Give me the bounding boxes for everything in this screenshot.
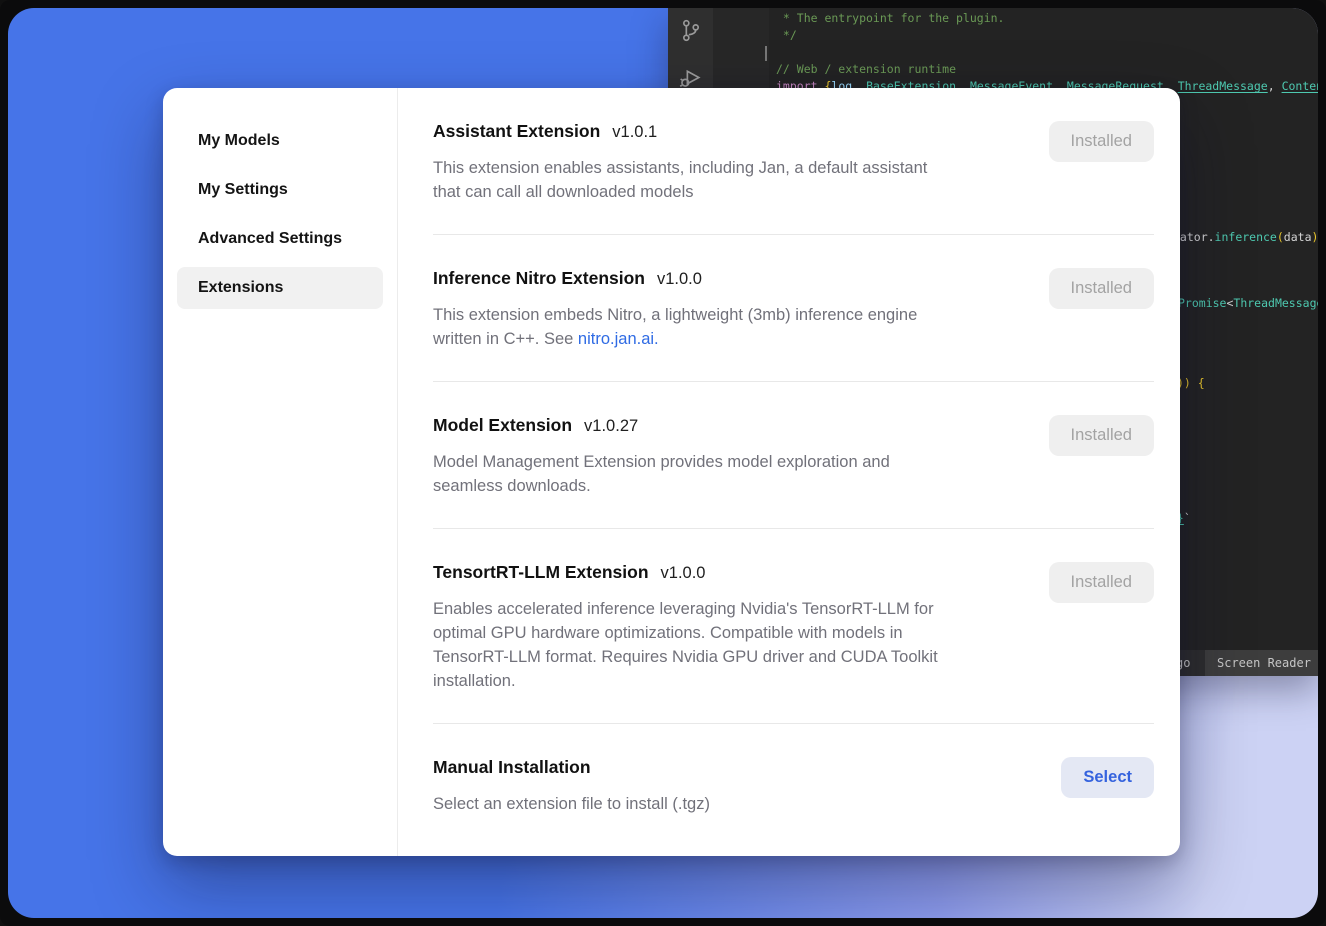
select-button[interactable]: Select xyxy=(1061,757,1154,798)
description-text: This extension embeds Nitro, a lightweig… xyxy=(433,306,917,348)
extension-version: v1.0.0 xyxy=(657,270,702,288)
extension-description: Select an extension file to install (.tg… xyxy=(433,792,1033,816)
code-token: */ xyxy=(776,28,797,42)
code-token: )) xyxy=(1177,376,1198,390)
extension-row: Inference Nitro Extension v1.0.0 This exte… xyxy=(433,234,1154,381)
source-control-icon[interactable] xyxy=(678,18,703,43)
description-text: Select an extension file to install (.tg… xyxy=(433,795,710,813)
extension-link[interactable]: nitro.jan.ai. xyxy=(578,330,659,348)
code-token: inference xyxy=(1215,230,1277,244)
code-fragment: rator.inference(data)); xyxy=(1173,230,1318,244)
sidebar-item-my-models[interactable]: My Models xyxy=(177,120,383,162)
extension-row: Manual Installation Select an extension f… xyxy=(433,723,1154,846)
extension-name: Manual Installation xyxy=(433,757,591,777)
code-token: ThreadMessage xyxy=(1233,296,1318,310)
code-token: data xyxy=(1284,230,1312,244)
installed-button[interactable]: Installed xyxy=(1049,415,1154,456)
extension-title: Inference Nitro Extension v1.0.0 xyxy=(433,268,1049,289)
extension-title: TensortRT-LLM Extension v1.0.0 xyxy=(433,562,1049,583)
code-token: , xyxy=(1268,79,1282,93)
extension-info: Inference Nitro Extension v1.0.0 This exte… xyxy=(433,268,1049,351)
installed-button[interactable]: Installed xyxy=(1049,562,1154,603)
settings-sidebar: My Models My Settings Advanced Settings Ext… xyxy=(163,88,398,856)
run-debug-icon[interactable] xyxy=(678,65,703,90)
extension-info: TensortRT-LLM Extension v1.0.0 Enables acc… xyxy=(433,562,1049,693)
code-line: 4 xyxy=(713,44,1318,61)
code-token: )) xyxy=(1312,230,1319,244)
extension-row: Model Extension v1.0.27 Model Management E… xyxy=(433,381,1154,528)
code-token: * The entrypoint for the plugin. xyxy=(776,11,1004,25)
code-token: ( xyxy=(1277,230,1284,244)
code-line: 2 * The entrypoint for the plugin. xyxy=(713,10,1318,27)
screen-reader-optimize-tab[interactable]: Screen Reader Optimize xyxy=(1205,650,1318,676)
extensions-list: Assistant Extension v1.0.1 This extension … xyxy=(398,88,1180,856)
sidebar-item-advanced-settings[interactable]: Advanced Settings xyxy=(177,218,383,260)
extension-row: TensortRT-LLM Extension v1.0.0 Enables acc… xyxy=(433,528,1154,723)
extension-name: TensortRT-LLM Extension xyxy=(433,562,649,582)
screenshot-stage: 12 * The entrypoint for the plugin.3 */4… xyxy=(0,0,1326,926)
description-text: Enables accelerated inference leveraging… xyxy=(433,600,938,690)
extension-info: Manual Installation Select an extension f… xyxy=(433,757,1061,816)
extension-version: v1.0.27 xyxy=(584,417,638,435)
code-token: // Web / extension runtime xyxy=(776,62,956,76)
extension-title: Manual Installation xyxy=(433,757,1061,778)
code-token: ThreadMessage xyxy=(1178,79,1268,93)
extension-info: Assistant Extension v1.0.1 This extension … xyxy=(433,121,1049,204)
code-line: 3 */ xyxy=(713,27,1318,44)
code-text: * The entrypoint for the plugin. xyxy=(746,10,1004,27)
extension-name: Inference Nitro Extension xyxy=(433,268,645,288)
settings-modal: My Models My Settings Advanced Settings Ext… xyxy=(163,88,1180,856)
sidebar-item-my-settings[interactable]: My Settings xyxy=(177,169,383,211)
code-line: 5// Web / extension runtime xyxy=(713,61,1318,78)
extension-name: Assistant Extension xyxy=(433,121,600,141)
code-token: ContentType xyxy=(1282,79,1318,93)
extension-row: Assistant Extension v1.0.1 This extension … xyxy=(433,88,1154,234)
extension-name: Model Extension xyxy=(433,415,572,435)
extension-description: Enables accelerated inference leveraging… xyxy=(433,597,1033,693)
code-fragment: Promise<ThreadMessage> xyxy=(1178,296,1318,310)
extension-title: Assistant Extension v1.0.1 xyxy=(433,121,1049,142)
code-text: // Web / extension runtime xyxy=(746,61,956,78)
extension-version: v1.0.0 xyxy=(661,564,706,582)
extension-description: This extension enables assistants, inclu… xyxy=(433,156,1033,204)
installed-button[interactable]: Installed xyxy=(1049,268,1154,309)
installed-button[interactable]: Installed xyxy=(1049,121,1154,162)
extension-description: Model Management Extension provides mode… xyxy=(433,450,1033,498)
editor-cursor xyxy=(765,46,767,61)
code-token: ` xyxy=(1184,511,1191,525)
extension-info: Model Extension v1.0.27 Model Management E… xyxy=(433,415,1049,498)
gradient-backdrop: 12 * The entrypoint for the plugin.3 */4… xyxy=(8,8,1318,918)
description-text: Model Management Extension provides mode… xyxy=(433,453,890,495)
code-token: { xyxy=(1198,376,1205,390)
code-lines: 12 * The entrypoint for the plugin.3 */4… xyxy=(713,8,1318,95)
extension-title: Model Extension v1.0.27 xyxy=(433,415,1049,436)
extension-description: This extension embeds Nitro, a lightweig… xyxy=(433,303,1033,351)
code-token: Promise xyxy=(1178,296,1226,310)
description-text: This extension enables assistants, inclu… xyxy=(433,159,927,201)
sidebar-item-extensions[interactable]: Extensions xyxy=(177,267,383,309)
extension-version: v1.0.1 xyxy=(612,123,657,141)
